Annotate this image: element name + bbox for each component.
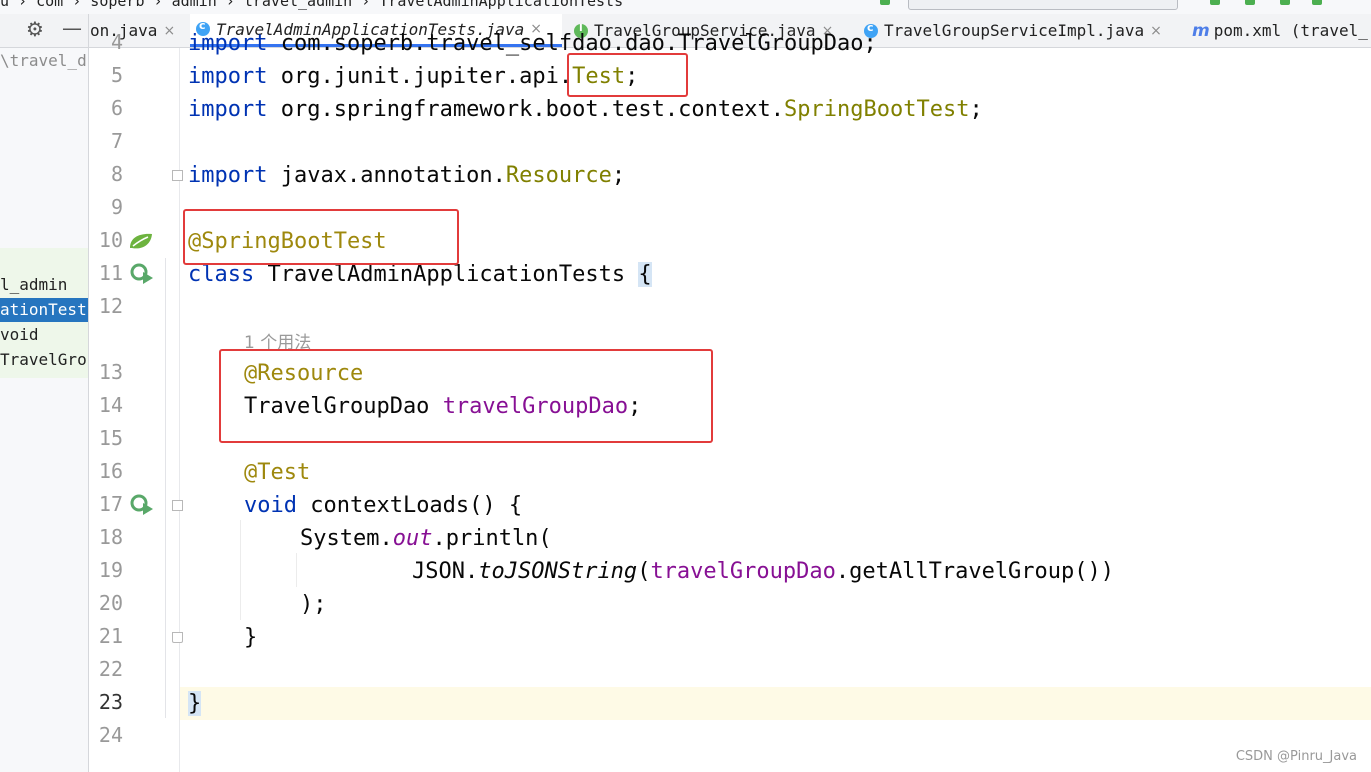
run-icon[interactable] <box>1210 0 1220 5</box>
highlight-box-resource-field <box>219 349 713 443</box>
tab-label: TravelGroupServiceImpl.java <box>884 21 1145 40</box>
current-line-highlight <box>89 687 1371 720</box>
line-number: 11 <box>98 261 123 285</box>
run-configuration-select[interactable] <box>908 0 1178 10</box>
line-number: 12 <box>98 294 123 318</box>
code-line-20[interactable]: ); <box>300 590 327 620</box>
tree-item-travel-admin[interactable]: l_admin <box>0 275 67 294</box>
code-line-8[interactable]: import javax.annotation.Resource; <box>188 161 625 191</box>
run-test-class-icon[interactable] <box>129 262 155 286</box>
line-number: 21 <box>98 624 123 648</box>
close-icon[interactable]: × <box>163 23 175 39</box>
watermark: CSDN @Pinru_Java <box>1235 749 1357 764</box>
line-number: 5 <box>110 63 123 87</box>
debug-icon[interactable] <box>1245 0 1255 5</box>
line-number: 13 <box>98 360 123 384</box>
line-number: 16 <box>98 459 123 483</box>
code-line-19[interactable]: JSON.toJSONString(travelGroupDao.getAllT… <box>412 557 1114 587</box>
line-number: 24 <box>98 723 123 747</box>
line-number: 15 <box>98 426 123 450</box>
close-icon[interactable]: × <box>1150 23 1162 39</box>
gutter-separator <box>165 258 166 718</box>
line-number: 14 <box>98 393 123 417</box>
line-number: 4 <box>110 30 123 54</box>
navigation-bar: u › com › soperb › admin › travel_admin … <box>0 0 1371 14</box>
line-number: 18 <box>98 525 123 549</box>
line-number: 6 <box>110 96 123 120</box>
highlight-box-springboottest <box>183 209 459 265</box>
highlight-box-test-import <box>567 53 688 97</box>
indent-guide <box>240 520 241 620</box>
code-line-17[interactable]: void contextLoads() { <box>244 491 522 521</box>
line-number: 8 <box>110 162 123 186</box>
code-line-4[interactable]: import com.soperb.travel_selfdao.dao.Tra… <box>188 29 877 59</box>
coverage-icon[interactable] <box>1280 0 1290 5</box>
profile-icon[interactable] <box>1312 0 1322 5</box>
line-number: 20 <box>98 591 123 615</box>
spring-bean-icon[interactable] <box>128 231 154 251</box>
tab-travel-group-service-impl[interactable]: TravelGroupServiceImpl.java × <box>858 14 1189 47</box>
tab-pom-xml[interactable]: m pom.xml (travel_ <box>1188 14 1371 47</box>
code-line-18[interactable]: System.out.println( <box>300 524 552 554</box>
code-line-6[interactable]: import org.springframework.boot.test.con… <box>188 95 983 125</box>
line-number: 23 <box>98 690 123 714</box>
code-line-21[interactable]: } <box>244 623 257 653</box>
line-number: 7 <box>110 129 123 153</box>
line-number: 19 <box>98 558 123 582</box>
code-line-16[interactable]: @Test <box>244 458 310 488</box>
line-number: 9 <box>110 195 123 219</box>
gear-icon[interactable]: ⚙ <box>26 17 44 41</box>
tree-item-void[interactable]: void <box>0 325 39 344</box>
fold-marker[interactable] <box>172 170 183 181</box>
tree-item-travel-group[interactable]: TravelGro <box>0 350 87 369</box>
fold-marker[interactable] <box>172 500 183 511</box>
project-path: \travel_d <box>0 51 87 70</box>
project-panel: ⚙ — \travel_d l_admin ationTest void Tra… <box>0 14 89 772</box>
maven-icon: m <box>1192 20 1210 41</box>
tab-label: pom.xml (travel_ <box>1213 21 1368 40</box>
code-line-23[interactable]: } <box>188 689 202 719</box>
project-panel-toolbar: ⚙ — <box>0 14 88 48</box>
hide-panel-icon[interactable]: — <box>62 16 82 40</box>
run-test-method-icon[interactable] <box>129 493 155 517</box>
fold-marker[interactable] <box>172 632 183 643</box>
breadcrumb[interactable]: u › com › soperb › admin › travel_admin … <box>0 0 623 10</box>
indent-guide <box>296 553 297 587</box>
line-number: 17 <box>98 492 123 516</box>
line-number: 22 <box>98 657 123 681</box>
tree-item-application-tests[interactable]: ationTest <box>0 300 87 319</box>
line-number: 10 <box>98 228 123 252</box>
run-icon[interactable] <box>880 0 890 5</box>
